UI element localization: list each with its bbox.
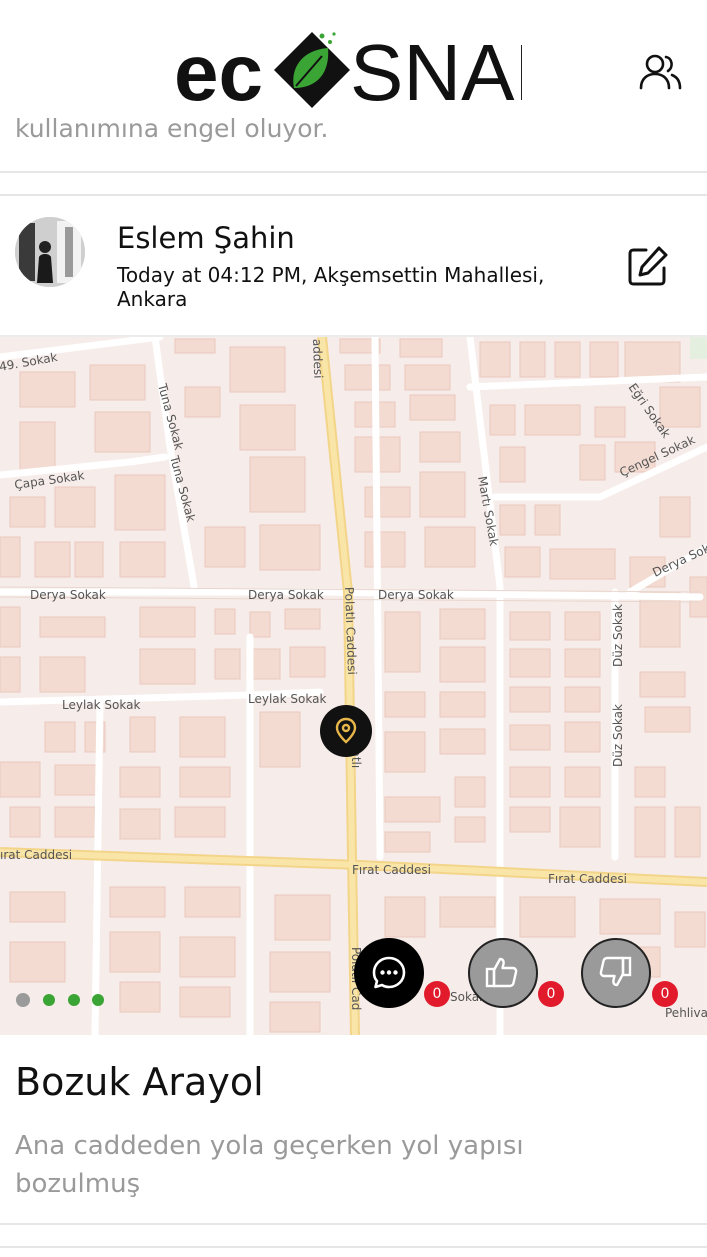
- thumbs-up-icon: [485, 957, 518, 988]
- svg-text:Tuna Sokak: Tuna Sokak: [155, 381, 186, 451]
- likes-count-badge: 0: [538, 981, 564, 1007]
- carousel-dot-active[interactable]: [16, 993, 30, 1007]
- svg-text:Derya Sokak: Derya Sokak: [248, 588, 324, 602]
- carousel-dot[interactable]: [68, 994, 80, 1006]
- map-pin-icon: [335, 717, 357, 744]
- location-pin[interactable]: [320, 705, 372, 757]
- previous-post-description: kullanımına engel oluyor.: [15, 114, 329, 143]
- dislikes-count-badge: 0: [652, 981, 678, 1007]
- post-divider: [0, 171, 707, 173]
- post-description: Ana caddeden yola geçerken yol yapısı bo…: [15, 1131, 524, 1199]
- post-title: Bozuk Arayol: [15, 1060, 264, 1104]
- users-icon[interactable]: [638, 52, 682, 92]
- svg-text:Pehliva: Pehliva: [665, 1006, 707, 1020]
- like-button[interactable]: [468, 938, 538, 1008]
- avatar[interactable]: [15, 217, 85, 287]
- svg-text:Derya Sokak: Derya Sokak: [30, 588, 106, 602]
- logo-text-left: ec: [174, 28, 263, 112]
- svg-text:Derya Sokak: Derya Sokak: [378, 588, 454, 602]
- logo-text-right: SNAP: [350, 28, 522, 112]
- post-divider: [0, 1246, 707, 1248]
- svg-text:Düz Sokak: Düz Sokak: [611, 704, 625, 767]
- location-map[interactable]: 49. Sokak Tuna Sokak Tuna Sokak Çapa Sok…: [0, 337, 707, 1035]
- thumbs-down-icon: [599, 956, 632, 987]
- svg-text:Fırat Caddesi: Fırat Caddesi: [352, 863, 431, 877]
- author-name[interactable]: Eslem Şahin: [117, 221, 295, 255]
- svg-text:Düz Sokak: Düz Sokak: [611, 604, 625, 667]
- svg-text:addesi: addesi: [310, 339, 325, 379]
- comment-button[interactable]: [354, 938, 424, 1008]
- svg-text:ırat Caddesi: ırat Caddesi: [0, 848, 72, 862]
- dislike-button[interactable]: [581, 938, 651, 1008]
- chat-bubble-icon: [372, 956, 406, 989]
- ecosnap-logo: ec SNAP: [174, 28, 522, 112]
- svg-text:Leylak Sokak: Leylak Sokak: [248, 692, 326, 706]
- post-divider: [0, 1223, 707, 1225]
- map-tiles: 49. Sokak Tuna Sokak Tuna Sokak Çapa Sok…: [0, 337, 707, 1035]
- app-header: ec SNAP: [0, 0, 707, 112]
- edit-icon[interactable]: [626, 244, 670, 288]
- map-park: [690, 337, 707, 359]
- post-divider: [0, 194, 707, 196]
- comments-count-badge: 0: [424, 981, 450, 1007]
- svg-text:Tuna Sokak: Tuna Sokak: [167, 453, 198, 523]
- svg-text:Martı Sokak: Martı Sokak: [475, 475, 501, 547]
- carousel-dot[interactable]: [92, 994, 104, 1006]
- carousel-dot[interactable]: [43, 994, 55, 1006]
- svg-text:Fırat Caddesi: Fırat Caddesi: [548, 872, 627, 886]
- post-meta: Today at 04:12 PM, Akşemsettin Mahallesi…: [117, 263, 545, 311]
- svg-text:Leylak Sokak: Leylak Sokak: [62, 698, 140, 712]
- leaf-icon: [274, 32, 350, 108]
